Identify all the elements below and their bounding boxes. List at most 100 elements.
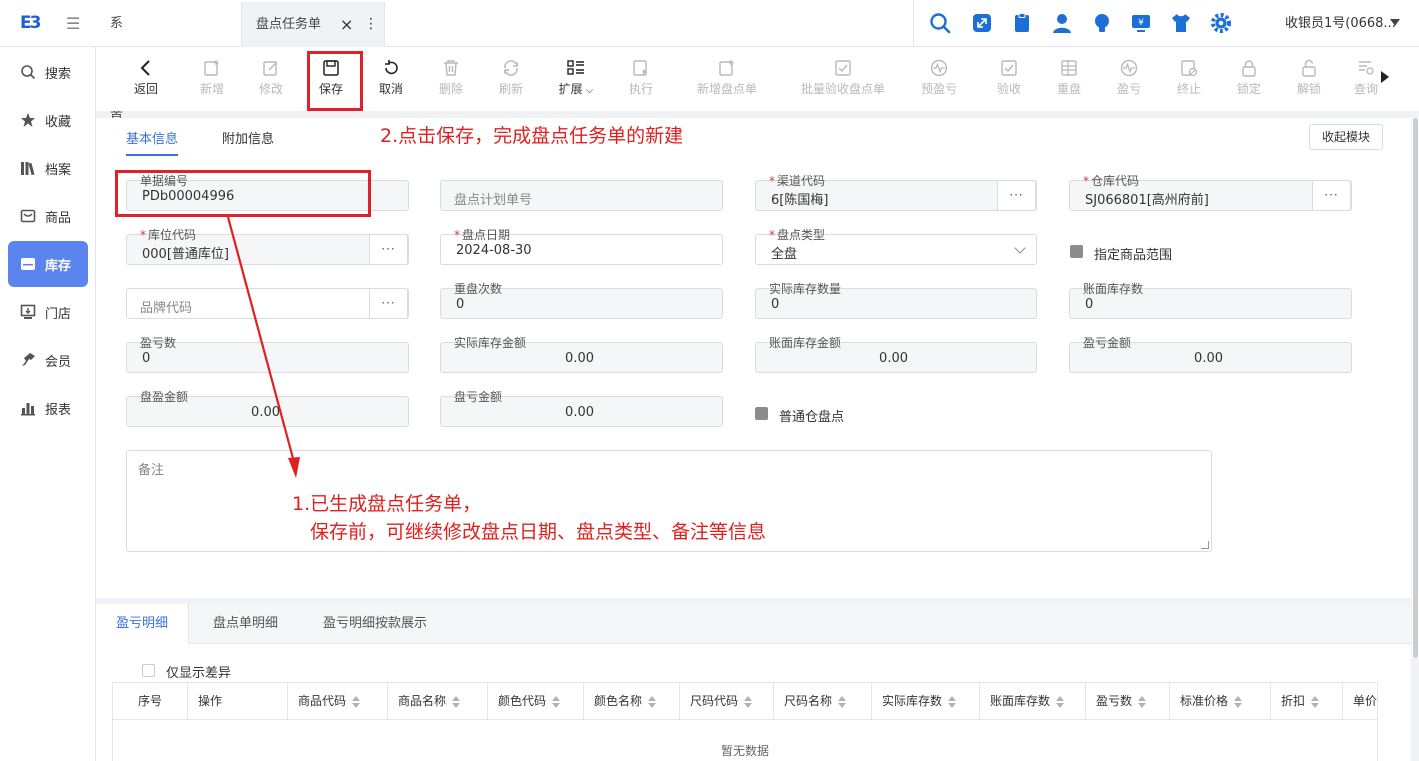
query-icon xyxy=(1359,61,1374,75)
sidebar-item-member[interactable]: 会员 xyxy=(8,337,88,383)
field-label: 实际库存数量 xyxy=(769,282,842,296)
current-user[interactable]: 收银员1号(0668... xyxy=(1285,0,1396,47)
more-vertical-icon[interactable]: ⋮ xyxy=(364,2,378,47)
scrollbar[interactable] xyxy=(1412,118,1419,658)
sidebar-item-search[interactable]: 搜索 xyxy=(8,49,88,95)
user-icon[interactable] xyxy=(1051,12,1073,34)
tab-count-order-detail[interactable]: 盘点单明细 xyxy=(193,604,298,644)
column-header[interactable]: 盈亏数 xyxy=(1086,683,1170,719)
ellipsis-icon[interactable]: ··· xyxy=(997,180,1036,211)
checkbox-box[interactable] xyxy=(142,664,155,677)
execute-button[interactable]: 执行 xyxy=(626,59,656,103)
column-header[interactable]: 尺码名称 xyxy=(774,683,872,719)
sidebar-item-inventory[interactable]: 库存 xyxy=(8,241,88,287)
sort-icon[interactable] xyxy=(452,695,461,708)
column-title: 商品名称 xyxy=(398,694,447,708)
ellipsis-icon[interactable]: ··· xyxy=(369,288,408,319)
sidebar-item-favorites[interactable]: 收藏 xyxy=(8,97,88,143)
profit-loss-button[interactable]: 盈亏 xyxy=(1114,59,1144,103)
sort-icon[interactable] xyxy=(1138,695,1147,708)
field-value: 000[普通库位] xyxy=(142,247,229,262)
label-text: 仓库代码 xyxy=(1091,174,1140,188)
sort-icon[interactable] xyxy=(352,695,361,708)
column-header[interactable]: 尺码代码 xyxy=(680,683,774,719)
tab-count-task[interactable]: 盘点任务单 × ⋮ xyxy=(241,2,385,47)
button-label: 解锁 xyxy=(1296,82,1321,96)
column-header[interactable]: 颜色代码 xyxy=(488,683,584,719)
accept-button[interactable]: 验收 xyxy=(994,59,1024,103)
sort-icon[interactable] xyxy=(648,695,657,708)
bulb-icon[interactable] xyxy=(1091,12,1113,34)
app-root: E3 ☰ 系统首页 盘点任务单 × ⋮ ¥ 收银员1号(0668... xyxy=(0,0,1419,761)
ellipsis-icon[interactable]: ··· xyxy=(369,234,408,265)
sort-icon[interactable] xyxy=(948,695,957,708)
shirt-icon[interactable] xyxy=(1170,12,1192,34)
sidebar-item-label: 会员 xyxy=(45,355,72,370)
count-date-field[interactable]: * 盘点日期 2024-08-30 xyxy=(440,228,723,265)
expand-menu-button[interactable]: 扩展 ⌵ xyxy=(554,59,598,103)
tab-profit-loss-detail[interactable]: 盈亏明细 xyxy=(96,604,190,644)
gear-icon[interactable] xyxy=(1210,12,1232,34)
column-title: 盈亏数 xyxy=(1096,694,1133,708)
ellipsis-icon[interactable]: ··· xyxy=(1312,180,1351,211)
count-type-select[interactable]: * 盘点类型 全盘 xyxy=(755,228,1037,265)
column-header[interactable]: 商品代码 xyxy=(288,683,388,719)
refresh-button[interactable]: 刷新 xyxy=(496,59,526,103)
add-count-order-button[interactable]: 新增盘点单 xyxy=(694,59,760,103)
field-label: 账面库存数 xyxy=(1083,282,1144,296)
warehouse-field[interactable]: * 仓库代码 SJ066801[高州府前] ··· xyxy=(1069,174,1352,211)
expand-icon[interactable] xyxy=(971,12,993,34)
checkbox-box[interactable] xyxy=(1070,245,1083,258)
batch-accept-button[interactable]: 批量验收盘点单 xyxy=(798,59,888,103)
resize-grip-icon[interactable] xyxy=(1201,541,1209,549)
sidebar-item-report[interactable]: 报表 xyxy=(8,385,88,431)
sidebar-item-goods[interactable]: 商品 xyxy=(8,193,88,239)
column-header[interactable]: 折扣 xyxy=(1271,683,1343,719)
column-header[interactable]: 账面库存数 xyxy=(980,683,1086,719)
delete-button[interactable]: 删除 xyxy=(436,59,466,103)
add-button[interactable]: 新增 xyxy=(197,59,227,103)
column-header[interactable]: 标准价格 xyxy=(1170,683,1271,719)
checkbox-box[interactable] xyxy=(755,407,768,420)
column-header[interactable]: 商品名称 xyxy=(388,683,488,719)
column-header[interactable]: 实际库存数 xyxy=(872,683,980,719)
scrollbar-thumb[interactable] xyxy=(1413,118,1418,658)
monitor-icon[interactable]: ¥ xyxy=(1130,12,1152,34)
tab-profit-loss-by-style[interactable]: 盈亏明细按款展示 xyxy=(303,604,447,644)
collapse-module-button[interactable]: 收起模块 xyxy=(1309,124,1383,150)
terminate-button[interactable]: 终止 xyxy=(1174,59,1204,103)
sidebar-item-store[interactable]: 门店 xyxy=(8,289,88,335)
edit-button[interactable]: 修改 xyxy=(256,59,286,103)
sidebar-item-archive[interactable]: 档案 xyxy=(8,145,88,191)
brand-field[interactable]: 品牌代码 ··· xyxy=(126,288,409,319)
close-icon[interactable]: × xyxy=(340,2,353,47)
column-title: 尺码名称 xyxy=(784,694,833,708)
back-button[interactable]: 返回 xyxy=(134,59,158,103)
query-button[interactable]: 查询 xyxy=(1354,59,1378,103)
clipboard-icon[interactable] xyxy=(1011,12,1033,34)
tab-extra-info[interactable]: 附加信息 xyxy=(222,128,274,147)
search-icon[interactable] xyxy=(929,12,951,34)
lock-button[interactable]: 锁定 xyxy=(1234,59,1264,103)
sort-icon[interactable] xyxy=(744,695,753,708)
menu-collapse-icon[interactable]: ☰ xyxy=(66,14,80,33)
sort-icon[interactable] xyxy=(1234,695,1243,708)
location-field[interactable]: * 库位代码 000[普通库位] ··· xyxy=(126,228,409,265)
sort-icon[interactable] xyxy=(552,695,561,708)
tab-base-info[interactable]: 基本信息 xyxy=(126,128,179,156)
chevron-down-icon[interactable] xyxy=(1390,19,1400,26)
plan-no-field[interactable]: 盘点计划单号 xyxy=(440,180,723,211)
caret-right-icon[interactable] xyxy=(1381,71,1389,83)
tab-home[interactable]: 系统首页 xyxy=(110,0,123,172)
sort-icon[interactable] xyxy=(1056,695,1065,708)
recount-button[interactable]: 重盘 xyxy=(1054,59,1084,103)
button-label: 删除 xyxy=(438,82,463,96)
sort-icon[interactable] xyxy=(838,695,847,708)
unlock-button[interactable]: 解锁 xyxy=(1294,59,1324,103)
pre-profit-button[interactable]: 预盈亏 xyxy=(918,59,960,103)
sort-icon[interactable] xyxy=(1311,695,1320,708)
cancel-button[interactable]: 取消 xyxy=(376,59,406,103)
column-header[interactable]: 颜色名称 xyxy=(584,683,680,719)
surplus-amount-field: 盘盈金额 0.00 xyxy=(126,390,409,427)
channel-field[interactable]: * 渠道代码 6[陈国梅] ··· xyxy=(755,174,1037,211)
